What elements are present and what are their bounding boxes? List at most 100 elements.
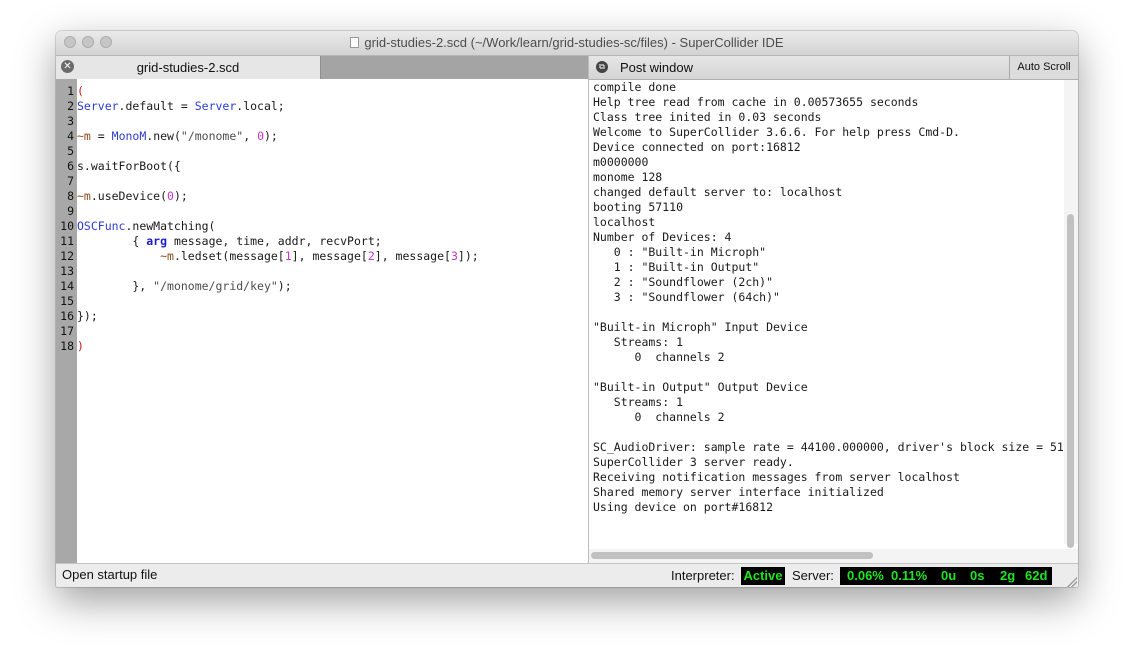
line-number: 9 (67, 204, 74, 218)
post-window: ⧉ Post window Auto Scroll compile done He… (589, 56, 1078, 563)
post-line: Streams: 1 (593, 335, 684, 349)
code-line[interactable]: 11 { arg message, time, addr, recvPort; (60, 234, 382, 249)
code-token: 2 (367, 249, 375, 263)
server-groups: 2g (1000, 568, 1016, 583)
undock-icon[interactable]: ⧉ (596, 61, 608, 73)
line-number: 5 (67, 144, 74, 158)
code-token: ]); (457, 249, 479, 263)
code-editor: ✕ grid-studies-2.scd 1(2 Server.default =… (56, 56, 589, 563)
editor-tab-bar: ✕ grid-studies-2.scd (56, 56, 588, 79)
server-status-box[interactable]: 0.06% 0.11% 0u 0s 2g 62d (840, 567, 1052, 585)
code-line[interactable]: 6 s.waitForBoot({ (67, 159, 181, 174)
code-token: .newMatching( (125, 219, 216, 233)
code-token: ~m (77, 129, 91, 143)
line-number: 3 (67, 114, 74, 128)
open-startup-file-button[interactable]: Open startup file (62, 567, 157, 582)
post-vertical-scroll-thumb[interactable] (1067, 214, 1074, 548)
line-number: 1 (67, 84, 74, 98)
code-token: message, time, addr, recvPort; (167, 234, 382, 248)
server-ugens: 0u (941, 568, 957, 583)
code-line[interactable]: 16}); (60, 309, 98, 324)
post-line: 2 : "Soundflower (2ch)" (593, 275, 774, 289)
code-token: ( (77, 84, 84, 98)
resize-grip-icon[interactable] (1067, 577, 1077, 587)
post-window-header: ⧉ Post window Auto Scroll (589, 56, 1078, 80)
server-synthdefs: 62d (1025, 568, 1048, 583)
code-text-area[interactable]: 1(2 Server.default = Server.local; 3 4 ~m = … (60, 79, 588, 563)
tab-label: grid-studies-2.scd (136, 60, 240, 75)
post-vertical-scrollbar[interactable] (1064, 80, 1078, 548)
post-line: Receiving notification messages from ser… (593, 470, 960, 484)
post-line: 0 channels 2 (593, 350, 725, 364)
post-line: "Built-in Microph" Input Device (593, 320, 808, 334)
post-line: m0000000 (593, 155, 649, 169)
title-bar[interactable]: grid-studies-2.scd (~/Work/learn/grid-st… (56, 31, 1078, 56)
code-token: ); (264, 129, 278, 143)
post-line: 0 channels 2 (593, 410, 725, 424)
post-line: SuperCollider 3 server ready. (593, 455, 794, 469)
line-number: 11 (60, 234, 74, 248)
code-line[interactable]: 14 }, "/monome/grid/key"); (60, 279, 292, 294)
post-line: Shared memory server interface initializ… (593, 485, 884, 499)
ide-window: grid-studies-2.scd (~/Work/learn/grid-st… (56, 31, 1078, 587)
code-line[interactable]: 12 ~m.ledset(message[1], message[2], mes… (60, 249, 479, 264)
post-line: SC_AudioDriver: sample rate = 44100.0000… (593, 440, 1064, 454)
document-icon (350, 37, 360, 48)
interpreter-label: Interpreter: (671, 568, 735, 583)
code-line[interactable]: 8 ~m.useDevice(0); (67, 189, 188, 204)
code-token: .useDevice( (90, 189, 168, 203)
code-token: Server (194, 99, 237, 113)
post-line: Streams: 1 (593, 395, 684, 409)
code-token: ~m (77, 189, 91, 203)
code-token: "/monome" (180, 129, 244, 143)
code-line[interactable]: 2 Server.default = Server.local; (67, 99, 285, 114)
post-line: 3 : "Soundflower (64ch)" (593, 290, 780, 304)
line-number: 7 (67, 174, 74, 188)
code-token: 1 (284, 249, 292, 263)
code-token: MonoM (111, 129, 147, 143)
code-token: }, (77, 279, 154, 293)
post-line: changed default server to: localhost (593, 185, 843, 199)
post-line: Help tree read from cache in 0.00573655 … (593, 95, 919, 109)
line-number: 15 (60, 294, 74, 308)
code-line[interactable]: 4 ~m = MonoM.new("/monome", 0); (67, 129, 278, 144)
code-token: , (243, 129, 258, 143)
tab-grid-studies-2[interactable]: ✕ grid-studies-2.scd (56, 56, 321, 79)
auto-scroll-button[interactable]: Auto Scroll (1009, 56, 1078, 79)
server-synths: 0s (970, 568, 985, 583)
code-token: .ledset(message[ (173, 249, 285, 263)
post-line: Using device on port#16812 (593, 500, 774, 514)
line-number: 12 (60, 249, 74, 263)
code-token: .default = (118, 99, 195, 113)
post-line: monome 128 (593, 170, 663, 184)
code-line[interactable]: 10 OSCFunc.newMatching( (60, 219, 216, 234)
post-line: booting 57110 (593, 200, 684, 214)
line-number: 4 (67, 129, 74, 143)
code-token: .new( (146, 129, 181, 143)
interpreter-status-badge[interactable]: Active (741, 567, 785, 585)
post-window-output[interactable]: compile done Help tree read from cache in… (589, 80, 1064, 544)
post-horizontal-scroll-thumb[interactable] (591, 552, 873, 559)
post-horizontal-scrollbar[interactable] (589, 549, 1078, 563)
status-bar: Open startup file Interpreter: Active Se… (56, 563, 1078, 587)
post-line: Class tree inited in 0.03 seconds (593, 110, 822, 124)
window-title-wrap: grid-studies-2.scd (~/Work/learn/grid-st… (56, 35, 1078, 50)
code-token: ~m (160, 249, 174, 263)
post-window-title: Post window (620, 60, 693, 75)
code-token: ); (173, 189, 188, 203)
code-token: s.waitForBoot({ (77, 159, 181, 173)
code-token: ) (77, 339, 84, 353)
code-token: ); (277, 279, 292, 293)
code-token: Server (77, 99, 119, 113)
post-line: "Built-in Output" Output Device (593, 380, 808, 394)
code-line[interactable]: 1( (67, 84, 84, 99)
code-token: .local; (236, 99, 285, 113)
code-line[interactable]: 18) (60, 339, 84, 354)
code-token: = (90, 129, 112, 143)
line-number: 10 (60, 219, 74, 233)
code-token: ], message[ (291, 249, 368, 263)
line-number: 17 (60, 324, 74, 338)
server-peak-cpu: 0.11% (891, 568, 928, 583)
post-line: Number of Devices: 4 (593, 230, 732, 244)
line-number: 14 (60, 279, 74, 293)
